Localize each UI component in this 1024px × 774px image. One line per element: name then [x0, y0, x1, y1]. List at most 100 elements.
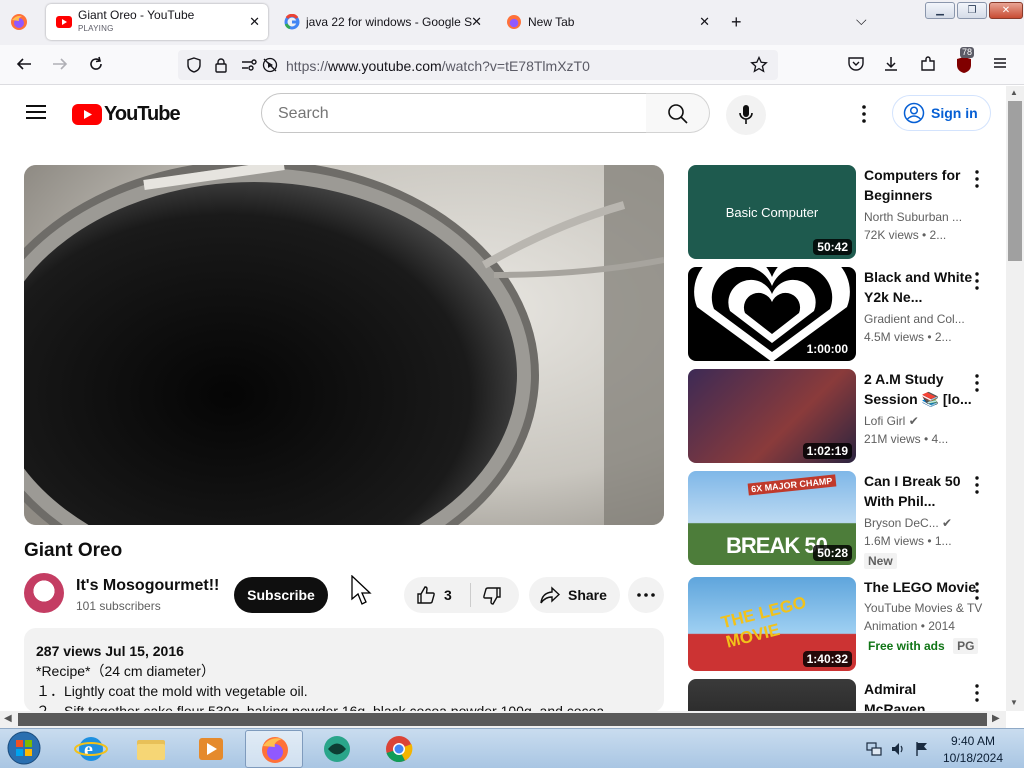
- share-arrow-icon: [540, 586, 560, 604]
- close-tab-icon[interactable]: ✕: [699, 14, 710, 30]
- guide-menu-icon[interactable]: [26, 104, 46, 125]
- horizontal-scroll-thumb[interactable]: [18, 713, 987, 726]
- volume-speaker-icon[interactable]: [890, 741, 906, 762]
- video-player[interactable]: [24, 165, 664, 525]
- recommendation-channel[interactable]: North Suburban ...: [864, 208, 976, 226]
- close-window-icon[interactable]: ✕: [989, 2, 1023, 19]
- tracking-protection-shield-icon[interactable]: [186, 57, 202, 78]
- video-thumbnail[interactable]: THE LEGO MOVIE 1:40:32: [688, 577, 856, 671]
- recommendation-title[interactable]: Can I Break 50 With Phil...: [864, 471, 976, 511]
- recommendation-title[interactable]: Admiral McRaven...: [864, 679, 964, 711]
- recommendation-item[interactable]: 1:00:00 Black and White Y2k Ne... Gradie…: [688, 267, 998, 361]
- recommendation-menu-kebab-icon[interactable]: [970, 475, 984, 495]
- autoplay-blocked-icon[interactable]: [262, 57, 278, 78]
- thumbnail-caption: BREAK 50: [726, 533, 828, 558]
- ublock-shield-icon[interactable]: 78: [954, 47, 975, 75]
- description-box[interactable]: 287 views Jul 15, 2016 *Recipe*（24 cm di…: [24, 628, 664, 712]
- recommendation-channel[interactable]: Lofi Girl ✔: [864, 412, 976, 430]
- recommendation-channel[interactable]: Bryson DeC... ✔: [864, 514, 976, 532]
- recommendation-menu-kebab-icon[interactable]: [970, 581, 984, 601]
- video-thumbnail[interactable]: 1:02:19: [688, 369, 856, 463]
- recommendation-views: 72K views • 2...: [864, 228, 947, 242]
- voice-search-button[interactable]: [726, 95, 766, 135]
- recommendation-item[interactable]: 1:02:19 2 A.M Study Session 📚 [lo... Lof…: [688, 369, 998, 463]
- recommendation-menu-kebab-icon[interactable]: [970, 271, 984, 291]
- recommendation-channel[interactable]: YouTube Movies & TV: [864, 599, 984, 617]
- address-bar[interactable]: https://www.youtube.com/watch?v=tE78TlmX…: [178, 50, 778, 80]
- firefox-taskbar-icon[interactable]: [245, 730, 303, 768]
- permissions-icon[interactable]: [240, 57, 258, 78]
- app-taskbar-icon[interactable]: [308, 730, 366, 768]
- mouse-cursor-icon: [351, 574, 373, 612]
- recommendation-title[interactable]: Computers for Beginners: [864, 165, 976, 205]
- bookmark-star-icon[interactable]: [750, 55, 768, 79]
- media-player-taskbar-icon[interactable]: [182, 730, 240, 768]
- system-clock[interactable]: 9:40 AM 10/18/2024: [938, 733, 1008, 767]
- free-with-ads-badge: Free with ads: [868, 639, 945, 653]
- back-arrow-icon[interactable]: [14, 55, 34, 75]
- lock-icon[interactable]: [214, 57, 228, 78]
- channel-avatar[interactable]: [24, 573, 64, 613]
- tab-java-search[interactable]: java 22 for windows - Google Se ✕: [274, 4, 490, 40]
- recommendation-title[interactable]: The LEGO Movie: [864, 577, 984, 597]
- downloads-icon[interactable]: [881, 55, 901, 75]
- like-button[interactable]: 3: [404, 577, 470, 613]
- sign-in-button[interactable]: Sign in: [892, 95, 991, 131]
- network-icon[interactable]: [866, 741, 882, 762]
- extensions-puzzle-icon[interactable]: [918, 55, 938, 75]
- search-button[interactable]: [646, 93, 710, 133]
- pocket-icon[interactable]: [846, 55, 866, 75]
- tab-giant-oreo[interactable]: Giant Oreo - YouTube PLAYING ✕: [46, 4, 268, 40]
- subscribe-button[interactable]: Subscribe: [234, 577, 328, 613]
- search-input[interactable]: Search: [261, 93, 647, 133]
- recommendation-title[interactable]: 2 A.M Study Session 📚 [lo...: [864, 369, 976, 409]
- scroll-up-arrow-icon[interactable]: ▲: [1010, 88, 1018, 97]
- file-explorer-taskbar-icon[interactable]: [122, 730, 180, 768]
- forward-arrow-icon[interactable]: [50, 55, 70, 75]
- chrome-taskbar-icon[interactable]: [370, 730, 428, 768]
- video-thumbnail[interactable]: [688, 679, 856, 711]
- description-line: １．Lightly coat the mold with vegetable o…: [36, 683, 308, 699]
- minimize-window-icon[interactable]: ▁: [925, 2, 955, 19]
- more-actions-button[interactable]: [628, 577, 664, 613]
- recommendation-menu-kebab-icon[interactable]: [970, 373, 984, 393]
- sign-in-label: Sign in: [931, 105, 978, 121]
- close-tab-icon[interactable]: ✕: [249, 14, 260, 30]
- recommendation-menu-kebab-icon[interactable]: [970, 683, 984, 703]
- recommendation-item[interactable]: Basic Computer 50:42 Computers for Begin…: [688, 165, 998, 259]
- video-thumbnail[interactable]: 6X MAJOR CHAMP BREAK 50 50:28: [688, 471, 856, 565]
- recommendation-item[interactable]: Admiral McRaven...: [688, 679, 998, 711]
- close-tab-icon[interactable]: ✕: [471, 14, 482, 30]
- recommendation-item[interactable]: 6X MAJOR CHAMP BREAK 50 50:28 Can I Brea…: [688, 471, 998, 569]
- internet-explorer-taskbar-icon[interactable]: e: [62, 730, 120, 768]
- recommendation-title[interactable]: Black and White Y2k Ne...: [864, 267, 976, 307]
- action-center-flag-icon[interactable]: [914, 741, 930, 762]
- scroll-right-arrow-icon[interactable]: ▶: [992, 713, 1000, 724]
- recommendation-menu-kebab-icon[interactable]: [970, 169, 984, 189]
- scroll-left-arrow-icon[interactable]: ◀: [4, 713, 12, 724]
- youtube-play-logo-icon: [72, 104, 102, 125]
- app-menu-hamburger-icon[interactable]: [990, 55, 1010, 75]
- verified-check-icon: ✔: [908, 414, 919, 428]
- dislike-button[interactable]: [471, 577, 519, 613]
- restore-window-icon[interactable]: ❐: [957, 2, 987, 19]
- firefox-menu-icon[interactable]: [10, 13, 30, 33]
- recommendation-item[interactable]: THE LEGO MOVIE 1:40:32 The LEGO Movie Yo…: [688, 577, 998, 671]
- vertical-scroll-thumb[interactable]: [1008, 101, 1022, 261]
- windows-orb-icon: [7, 731, 41, 765]
- scroll-down-arrow-icon[interactable]: ▼: [1010, 698, 1018, 707]
- recommendation-channel[interactable]: Gradient and Col...: [864, 310, 976, 328]
- url-text[interactable]: https://www.youtube.com/watch?v=tE78TlmX…: [286, 58, 590, 74]
- start-button[interactable]: [4, 729, 48, 767]
- settings-kebab-icon[interactable]: [856, 104, 872, 129]
- reload-icon[interactable]: [86, 55, 106, 75]
- tab-new-tab[interactable]: New Tab ✕: [496, 4, 718, 40]
- share-button[interactable]: Share: [529, 577, 620, 613]
- duration-badge: 1:02:19: [802, 443, 852, 459]
- video-thumbnail[interactable]: Basic Computer 50:42: [688, 165, 856, 259]
- new-tab-plus-icon[interactable]: +: [731, 12, 742, 33]
- channel-name-link[interactable]: It's Mosogourmet!!: [76, 577, 219, 595]
- video-thumbnail[interactable]: 1:00:00: [688, 267, 856, 361]
- list-all-tabs-chevron-icon[interactable]: ⌵: [856, 12, 867, 29]
- youtube-logo[interactable]: YouTube: [72, 103, 181, 126]
